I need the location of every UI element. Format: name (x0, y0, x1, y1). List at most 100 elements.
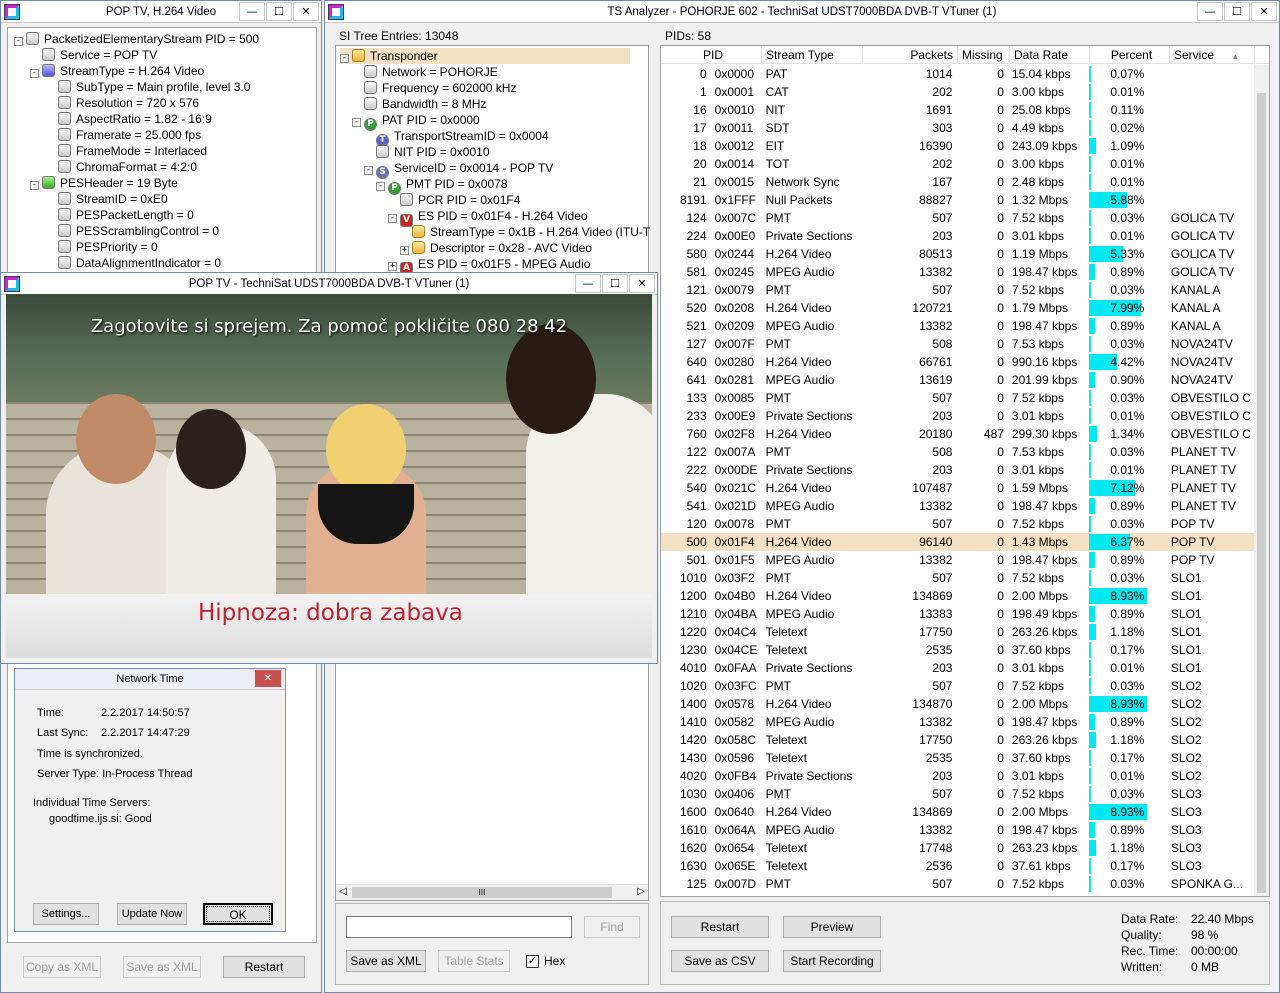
table-row[interactable]: 4020 0x0FB4 Private Sections 203 0 3.01 kbps 0… (661, 767, 1255, 785)
ok-button[interactable]: OK (203, 903, 273, 925)
collapse-icon[interactable]: - (388, 214, 397, 223)
dialog-title-bar[interactable]: Network Time ✕ (15, 669, 285, 690)
table-row[interactable]: 1030 0x0406 PMT 507 0 7.52 kbps 0.03% SLO3 (661, 785, 1255, 803)
close-button[interactable]: ✕ (293, 2, 319, 21)
table-row[interactable]: 1220 0x04C4 Teletext 17750 0 263.26 kbps 1.18%… (661, 623, 1255, 641)
restart-button[interactable]: Restart (671, 916, 769, 938)
tree-node[interactable]: - PESHeader = 19 Byte (30, 175, 178, 191)
close-button[interactable]: ✕ (629, 274, 655, 293)
col-packets[interactable]: Packets (863, 46, 958, 64)
table-row[interactable]: 1630 0x065E Teletext 2536 0 37.61 kbps 0.17% SL… (661, 857, 1255, 875)
start-recording-button[interactable]: Start Recording (783, 950, 881, 972)
tree-node[interactable]: + A ES PID = 0x01F5 - MPEG Audio (388, 256, 590, 275)
find-input[interactable] (346, 916, 572, 938)
table-row[interactable]: 233 0x00E9 Private Sections 203 0 3.01 kbps 0.… (661, 407, 1255, 425)
save-xml-button[interactable]: Save as XML (346, 950, 426, 972)
table-row[interactable]: 500 0x01F4 H.264 Video 96140 0 1.43 Mbps 6.37%… (661, 533, 1255, 551)
settings-button[interactable]: Settings... (33, 903, 99, 925)
minimize-button[interactable]: — (575, 274, 601, 293)
tree-node[interactable]: DataAlignmentIndicator = 0 (46, 255, 221, 271)
collapse-icon[interactable]: - (14, 37, 23, 46)
find-button[interactable]: Find (584, 916, 640, 938)
tree-node[interactable]: AspectRatio = 1.82 - 16:9 (46, 111, 212, 127)
collapse-icon[interactable]: - (364, 166, 373, 175)
table-row[interactable]: 121 0x0079 PMT 507 0 7.52 kbps 0.03% KANAL A (661, 281, 1255, 299)
expand-icon[interactable]: + (388, 262, 397, 271)
tree-node[interactable]: ChromaFormat = 4:2:0 (46, 159, 197, 175)
close-button[interactable]: ✕ (255, 670, 281, 687)
restart-button[interactable]: Restart (223, 956, 305, 978)
scroll-thumb[interactable] (1257, 93, 1266, 893)
table-row[interactable]: 540 0x021C H.264 Video 107487 0 1.59 Mbps 7.12… (661, 479, 1255, 497)
tree-node[interactable]: StreamType = 0x1B - H.264 Video (ITU-T (400, 224, 650, 240)
tree-node[interactable]: - V ES PID = 0x01F4 - H.264 Video (388, 208, 588, 227)
table-row[interactable]: 21 0x0015 Network Sync 167 0 2.48 kbps 0.01% (661, 173, 1255, 191)
table-row[interactable]: 1400 0x0578 H.264 Video 134870 0 2.00 Mbps 8.9… (661, 695, 1255, 713)
table-row[interactable]: 1010 0x03F2 PMT 507 0 7.52 kbps 0.03% SLO1 (661, 569, 1255, 587)
table-row[interactable]: 541 0x021D MPEG Audio 13382 0 198.47 kbps 0.89… (661, 497, 1255, 515)
tree-node[interactable]: FrameMode = Interlaced (46, 143, 207, 159)
table-row[interactable]: 17 0x0011 SDT 303 0 4.49 kbps 0.02% (661, 119, 1255, 137)
table-row[interactable]: 1430 0x0596 Teletext 2535 0 37.60 kbps 0.17% SL… (661, 749, 1255, 767)
tree-node[interactable]: - P PAT PID = 0x0000 (352, 112, 480, 131)
table-row[interactable]: 133 0x0085 PMT 507 0 7.52 kbps 0.03% OBVESTILO … (661, 389, 1255, 407)
save-csv-button[interactable]: Save as CSV (671, 950, 769, 972)
table-row[interactable]: 1210 0x04BA MPEG Audio 13383 0 198.49 kbps 0.8… (661, 605, 1255, 623)
tree-node[interactable]: Frequency = 602000 kHz (352, 80, 516, 96)
minimize-button[interactable]: — (1197, 2, 1223, 21)
table-row[interactable]: 760 0x02F8 H.264 Video 20180 487 299.30 kbps 1… (661, 425, 1255, 443)
table-row[interactable]: 125 0x007D PMT 507 0 7.52 kbps 0.03% SPONKA G..… (661, 875, 1255, 893)
collapse-icon[interactable]: - (376, 182, 385, 191)
expand-icon[interactable]: + (400, 246, 409, 255)
save-xml-button[interactable]: Save as XML (123, 956, 201, 978)
tree-node[interactable]: Bandwidth = 8 MHz (352, 96, 486, 112)
table-row[interactable]: 222 0x00DE Private Sections 203 0 3.01 kbps 0.… (661, 461, 1255, 479)
maximize-button[interactable]: ☐ (266, 2, 292, 21)
tree-node[interactable]: SubType = Main profile, level 3.0 (46, 79, 250, 95)
title-bar[interactable]: POP TV - TechniSat UDST7000BDA DVB-T VTu… (1, 273, 657, 295)
tree-node[interactable]: PCR PID = 0x01F4 (388, 192, 520, 208)
tree-node[interactable]: PESPriority = 0 (46, 239, 158, 255)
tree-node[interactable]: - P PMT PID = 0x0078 (376, 176, 508, 195)
table-row[interactable]: 16 0x0010 NIT 1691 0 25.08 kbps 0.11% (661, 101, 1255, 119)
table-row[interactable]: 521 0x0209 MPEG Audio 13382 0 198.47 kbps 0.89… (661, 317, 1255, 335)
update-now-button[interactable]: Update Now (117, 903, 187, 925)
table-row[interactable]: 1620 0x0654 Teletext 17748 0 263.23 kbps 1.18%… (661, 839, 1255, 857)
minimize-button[interactable]: — (239, 2, 265, 21)
collapse-icon[interactable]: - (352, 118, 361, 127)
close-button[interactable]: ✕ (1251, 2, 1277, 21)
tree-node[interactable]: NIT PID = 0x0010 (364, 144, 490, 160)
tree-node[interactable]: + Descriptor = 0x28 - AVC Video (400, 240, 592, 256)
table-row[interactable]: 120 0x0078 PMT 507 0 7.52 kbps 0.03% POP TV (661, 515, 1255, 533)
tree-node[interactable]: PESScramblingControl = 0 (46, 223, 219, 239)
table-row[interactable]: 1020 0x03FC PMT 507 0 7.52 kbps 0.03% SLO2 (661, 677, 1255, 695)
tree-node[interactable]: Framerate = 25.000 fps (46, 127, 201, 143)
col-stream-type[interactable]: Stream Type (762, 46, 863, 64)
table-row[interactable]: 1 0x0001 CAT 202 0 3.00 kbps 0.01% (661, 83, 1255, 101)
table-row[interactable]: 18 0x0012 EIT 16390 0 243.09 kbps 1.09% (661, 137, 1255, 155)
col-service[interactable]: Service ▲ (1170, 46, 1255, 64)
col-pid[interactable]: PID (661, 46, 762, 64)
table-row[interactable]: 8191 0x1FFF Null Packets 88827 0 1.32 Mbps 5.8… (661, 191, 1255, 209)
pids-table-panel[interactable]: PID Stream Type Packets Missing Data Rat… (660, 45, 1270, 897)
table-row[interactable]: 1600 0x0640 H.264 Video 134869 0 2.00 Mbps 8.9… (661, 803, 1255, 821)
table-row[interactable]: 641 0x0281 MPEG Audio 13619 0 201.99 kbps 0.90… (661, 371, 1255, 389)
tree-node[interactable]: StreamID = 0xE0 (46, 191, 168, 207)
horizontal-scrollbar[interactable]: ◁ III ▷ (336, 884, 648, 900)
scroll-left-icon[interactable]: ◁ (339, 886, 347, 897)
scroll-right-icon[interactable]: ▷ (637, 886, 645, 897)
table-row[interactable]: 4010 0x0FAA Private Sections 203 0 3.01 kbps 0… (661, 659, 1255, 677)
title-bar[interactable]: TS Analyzer - POHORJE 602 - TechniSat UD… (325, 1, 1279, 23)
table-row[interactable]: 122 0x007A PMT 508 0 7.53 kbps 0.03% PLANET TV (661, 443, 1255, 461)
table-row[interactable]: 1230 0x04CE Teletext 2535 0 37.60 kbps 0.17% SL… (661, 641, 1255, 659)
table-row[interactable]: 1420 0x058C Teletext 17750 0 263.26 kbps 1.18%… (661, 731, 1255, 749)
maximize-button[interactable]: ☐ (1224, 2, 1250, 21)
hex-checkbox[interactable]: ✓ (526, 955, 539, 968)
video-frame[interactable]: Zagotovite si sprejem. Za pomoč pokličit… (6, 294, 652, 658)
col-percent[interactable]: Percent (1090, 46, 1170, 64)
tree-node[interactable]: Service = POP TV (30, 47, 157, 63)
table-row[interactable]: 20 0x0014 TOT 202 0 3.00 kbps 0.01% (661, 155, 1255, 173)
collapse-icon[interactable]: - (340, 54, 349, 63)
collapse-icon[interactable]: - (30, 69, 39, 78)
table-row[interactable]: 0 0x0000 PAT 1014 0 15.04 kbps 0.07% (661, 65, 1255, 83)
